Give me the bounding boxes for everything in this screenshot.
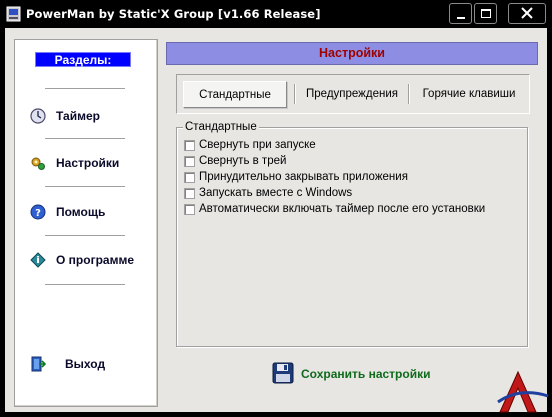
option-auto-enable-timer[interactable]: Автоматически включать таймер после его … [184,202,485,216]
sidebar-separator [45,235,125,237]
sidebar-item-label: Таймер [56,109,100,123]
sidebar-separator [45,88,125,90]
sidebar-item-exit[interactable]: Выход [30,353,105,375]
checkbox[interactable] [184,187,195,199]
close-button[interactable] [508,3,546,24]
floppy-disk-icon [272,362,294,387]
maximize-icon [481,9,491,18]
checkbox[interactable] [184,139,195,151]
sidebar-separator [45,186,125,188]
sidebar-header: Разделы: [35,52,131,67]
option-label: Свернуть при запуске [199,139,316,151]
tab-separator [408,84,410,104]
sidebar-item-label: Настройки [56,156,120,170]
tab-separator [294,84,296,104]
option-label: Запускать вместе с Windows [199,187,353,199]
tab-warnings[interactable]: Предупреждения [302,81,402,108]
clock-icon [30,108,46,124]
sidebar-item-help[interactable]: ? Помощь [30,201,105,223]
exit-icon [30,356,47,372]
sidebar-item-label: Выход [65,357,106,371]
panel-header: Настройки [166,42,538,65]
option-label: Принудительно закрывать приложения [199,171,408,183]
sidebar-separator [45,284,125,286]
save-settings-button[interactable]: Сохранить настройки [272,361,430,387]
maximize-button[interactable] [474,3,497,24]
sidebar-separator [45,138,125,140]
window-title: PowerMan by Static'X Group [v1.66 Releas… [26,7,321,21]
save-settings-label: Сохранить настройки [301,367,431,381]
option-force-close-apps[interactable]: Принудительно закрывать приложения [184,170,408,184]
title-bar: PowerMan by Static'X Group [v1.66 Releas… [0,0,552,28]
option-minimize-to-tray[interactable]: Свернуть в трей [184,154,286,168]
checkbox[interactable] [184,203,195,215]
option-start-with-windows[interactable]: Запускать вместе с Windows [184,186,352,200]
option-minimize-on-start[interactable]: Свернуть при запуске [184,138,316,152]
help-icon: ? [30,204,46,220]
sidebar-item-timer[interactable]: Таймер [30,105,100,127]
sidebar-item-about[interactable]: О программе [30,249,134,271]
option-label: Автоматически включать таймер после его … [199,203,486,215]
watermark-logo [492,362,552,417]
app-icon [6,6,21,22]
settings-icon [30,155,46,171]
tab-standard[interactable]: Стандартные [183,81,287,108]
checkbox[interactable] [184,155,195,167]
group-title: Стандартные [183,121,259,133]
sidebar-item-label: О программе [56,253,135,267]
close-icon [521,7,533,19]
minimize-button[interactable] [449,3,472,24]
sidebar-item-label: Помощь [56,205,106,219]
svg-text:?: ? [35,208,41,219]
info-icon [30,252,46,268]
tab-hotkeys[interactable]: Горячие клавиши [416,81,522,108]
sidebar [14,39,158,407]
minimize-icon [457,17,465,19]
option-label: Свернуть в трей [199,155,287,167]
checkbox[interactable] [184,171,195,183]
sidebar-item-settings[interactable]: Настройки [30,152,119,174]
